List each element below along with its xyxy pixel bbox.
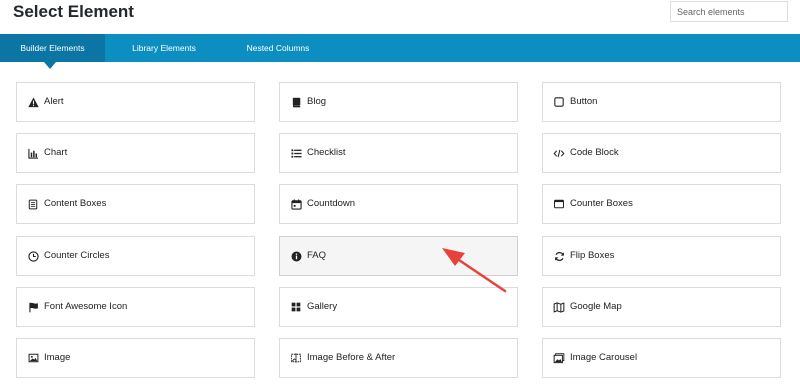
element-card-gallery[interactable]: Gallery [279,287,518,327]
calendar-icon [290,198,302,210]
bar-chart-icon [27,147,39,159]
tab-bar: Builder Elements Library Elements Nested… [0,34,800,62]
element-label: Countdown [307,198,356,209]
element-label: Checklist [307,147,346,158]
element-label: Image Carousel [570,352,638,363]
image-compare-icon [290,352,302,364]
element-label: Counter Circles [44,250,110,261]
element-label: Gallery [307,301,338,312]
search-input[interactable] [670,1,788,22]
element-card-checklist[interactable]: Checklist [279,133,518,173]
active-tab-caret [44,62,56,69]
element-card-countdown[interactable]: Countdown [279,184,518,224]
element-label: Flip Boxes [570,250,615,261]
book-icon [290,96,302,108]
page-title: Select Element [13,2,134,21]
element-label: Code Block [570,147,619,158]
element-card-button[interactable]: Button [542,82,781,122]
image-carousel-icon [553,352,565,364]
code-icon [553,147,565,159]
refresh-icon [553,250,565,262]
element-label: Button [570,96,598,107]
window-icon [553,198,565,210]
document-icon [27,198,39,210]
element-label: Content Boxes [44,198,107,209]
element-card-code-block[interactable]: Code Block [542,133,781,173]
image-icon [27,352,39,364]
element-label: Font Awesome Icon [44,301,128,312]
element-label: Blog [307,96,327,107]
element-label: Image Before & After [307,352,396,363]
element-card-counter-boxes[interactable]: Counter Boxes [542,184,781,224]
element-card-image[interactable]: Image [16,338,255,378]
element-card-content-boxes[interactable]: Content Boxes [16,184,255,224]
element-card-chart[interactable]: Chart [16,133,255,173]
element-label: Alert [44,96,64,107]
element-card-google-map[interactable]: Google Map [542,287,781,327]
clock-icon [27,250,39,262]
element-card-blog[interactable]: Blog [279,82,518,122]
element-label: Google Map [570,301,622,312]
tab-nested-columns[interactable]: Nested Columns [228,34,328,62]
warning-icon [27,96,39,108]
element-card-alert[interactable]: Alert [16,82,255,122]
list-icon [290,147,302,159]
modal-header: Select Element [0,0,800,34]
element-label: Image [44,352,71,363]
element-card-faq[interactable]: FAQ [279,236,518,276]
element-label: FAQ [307,250,327,261]
element-card-counter-circles[interactable]: Counter Circles [16,236,255,276]
info-icon [290,250,302,262]
element-card-flip-boxes[interactable]: Flip Boxes [542,236,781,276]
tab-builder-elements[interactable]: Builder Elements [0,34,105,62]
map-icon [553,301,565,313]
flag-icon [27,301,39,313]
element-label: Chart [44,147,68,158]
element-label: Counter Boxes [570,198,633,209]
element-card-image-carousel[interactable]: Image Carousel [542,338,781,378]
element-card-font-awesome-icon[interactable]: Font Awesome Icon [16,287,255,327]
tab-library-elements[interactable]: Library Elements [114,34,214,62]
element-card-image-before-after[interactable]: Image Before & After [279,338,518,378]
grid-icon [290,301,302,313]
square-outline-icon [553,96,565,108]
